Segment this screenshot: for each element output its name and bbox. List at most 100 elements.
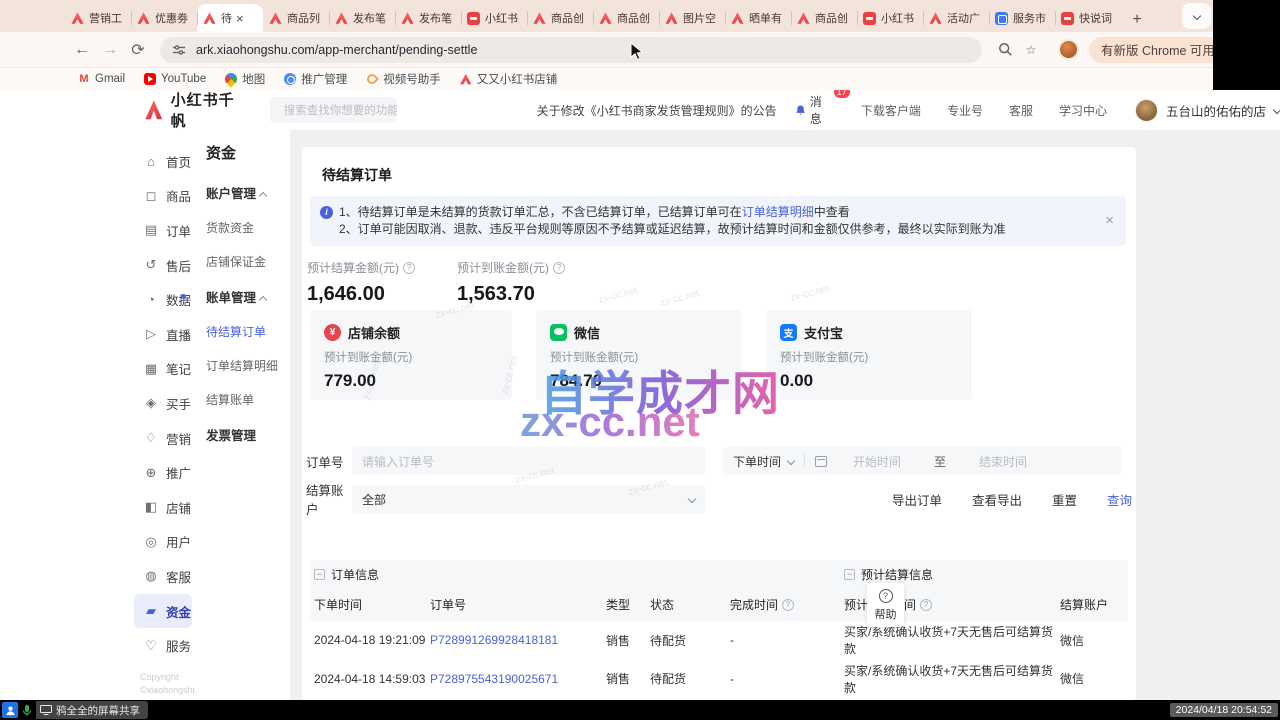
bookmark-item[interactable]: 地图 — [225, 71, 265, 87]
new-tab-button[interactable]: + — [1125, 8, 1149, 32]
help-icon[interactable]: ? — [403, 262, 415, 274]
sidebar-item[interactable]: ▷ 直播 — [130, 317, 196, 352]
sidebar-item[interactable]: ◧ 店铺 — [130, 490, 196, 525]
sidebar-item[interactable]: ◔ 数据 — [130, 282, 196, 317]
reset-button[interactable]: 重置 — [1052, 490, 1077, 509]
collapse-icon[interactable]: − — [844, 569, 855, 580]
tab-search-button[interactable] — [1182, 3, 1211, 29]
share-status-pill[interactable]: 鸦全全的屏幕共享 — [36, 701, 148, 719]
settle-account-select[interactable]: 全部 — [352, 485, 705, 513]
browser-tab[interactable]: 营销工 × — [65, 4, 131, 32]
sidebar-item[interactable]: ▰ 资金 — [134, 594, 192, 629]
browser-tab[interactable]: 快说词 × — [1055, 4, 1121, 32]
chrome-update-label: 有新版 Chrome 可用 — [1101, 40, 1215, 59]
app-search-input[interactable]: 搜索查找你想要的功能 — [270, 97, 397, 123]
close-icon[interactable]: × — [1105, 212, 1114, 229]
export-orders-button[interactable]: 导出订单 — [892, 490, 942, 509]
tab-close-icon[interactable]: × — [236, 12, 244, 25]
sidebar-item[interactable]: ▦ 笔记 — [130, 352, 196, 387]
submenu-group-account[interactable]: 账户管理 — [206, 183, 290, 202]
sidebar-item-label: 营销 — [166, 429, 191, 448]
tab-favicon — [401, 12, 414, 25]
browser-tab[interactable]: 商品列 × — [263, 4, 329, 32]
browser-profile-avatar[interactable] — [1058, 39, 1079, 60]
submenu-item-pending-settle[interactable]: 待结算订单 — [206, 323, 290, 340]
announcement-link[interactable]: 关于修改《小红书商家发货管理规则》的公告 — [537, 102, 777, 119]
help-icon[interactable]: ? — [920, 599, 932, 611]
submenu-group-bills[interactable]: 账单管理 — [206, 287, 290, 306]
sidebar-item[interactable]: ↺ 售后 — [130, 248, 196, 283]
submenu-item-settle-bill[interactable]: 结算账单 — [206, 391, 290, 408]
customer-service-link[interactable]: 客服 — [1009, 102, 1033, 119]
browser-tab[interactable]: 小红书 × — [461, 4, 527, 32]
tab-title: 商品创 — [617, 10, 650, 26]
sidebar-item[interactable]: ♡ 服务 — [130, 628, 196, 663]
collapse-icon[interactable]: − — [314, 569, 325, 580]
cell-order-no-link[interactable]: P728991269928418181 — [430, 633, 606, 647]
orders-table: −订单信息 −预计结算信息 下单时间 订单号 类型 状态 完成时间? 预计结算时… — [310, 560, 1128, 698]
forward-button[interactable]: → — [96, 41, 124, 59]
browser-tab[interactable]: 商品创 × — [593, 4, 659, 32]
tab-favicon — [995, 12, 1008, 25]
bookmark-item[interactable]: 推广管理 — [284, 71, 347, 87]
browser-tab[interactable]: 活动广 × — [923, 4, 989, 32]
browser-tab[interactable]: 优惠劵 × — [131, 4, 197, 32]
browser-tab[interactable]: 图片空 × — [659, 4, 725, 32]
query-button[interactable]: 查询 — [1107, 490, 1132, 509]
submenu-group-invoice[interactable]: 发票管理 — [206, 425, 290, 444]
bookmark-star-icon[interactable]: ☆ — [1018, 43, 1044, 57]
url-text: ark.xiaohongshu.com/app-merchant/pending… — [196, 43, 477, 57]
site-settings-icon[interactable] — [172, 43, 186, 57]
bookmark-item[interactable]: 又又小红书店铺 — [460, 71, 558, 87]
sidebar-item[interactable]: ▤ 订单 — [130, 213, 196, 248]
browser-tab[interactable]: 商品创 × — [527, 4, 593, 32]
professional-account-link[interactable]: 专业号 — [947, 102, 983, 119]
back-button[interactable]: ← — [68, 41, 96, 59]
sidebar-item[interactable]: ⌂ 首页 — [130, 144, 196, 179]
browser-tab[interactable]: 发布笔 × — [395, 4, 461, 32]
date-range-picker[interactable]: 下单时间 开始时间 至 结束时间 — [723, 447, 1122, 475]
help-button[interactable]: ? 帮助 — [867, 583, 904, 627]
submenu-item-loan-funds[interactable]: 货款资金 — [206, 219, 290, 236]
start-date-placeholder[interactable]: 开始时间 — [853, 453, 901, 470]
learning-center-link[interactable]: 学习中心 — [1059, 102, 1107, 119]
settle-detail-link[interactable]: 订单结算明细 — [742, 205, 814, 219]
browser-tab[interactable]: 待 × — [197, 4, 263, 32]
bookmark-item[interactable]: M Gmail — [78, 73, 125, 85]
help-icon[interactable]: ? — [553, 262, 565, 274]
address-bar[interactable]: ark.xiaohongshu.com/app-merchant/pending… — [160, 37, 982, 63]
messages-button[interactable]: 消息 17 — [795, 93, 829, 127]
sidebar-item[interactable]: ⊕ 推广 — [130, 455, 196, 490]
end-date-placeholder[interactable]: 结束时间 — [979, 453, 1027, 470]
sidebar-item[interactable]: ◻ 商品 — [130, 179, 196, 214]
bookmark-item[interactable]: YouTube — [144, 73, 206, 85]
browser-tab[interactable]: 晒单有 × — [725, 4, 791, 32]
help-icon[interactable]: ? — [782, 599, 794, 611]
order-no-label: 订单号 — [306, 452, 352, 471]
submenu-item-deposit[interactable]: 店铺保证金 — [206, 253, 290, 270]
order-no-input[interactable]: 请输入订单号 — [352, 447, 705, 475]
screen: 营销工 × 优惠劵 × 待 × 商品列 × 发布 — [0, 0, 1280, 720]
table-group-header: −订单信息 −预计结算信息 — [310, 560, 1128, 588]
account-menu[interactable]: 五台山的佑佑的店 — [1135, 99, 1280, 122]
reload-button[interactable]: ⟳ — [124, 40, 152, 60]
time-type-select[interactable]: 下单时间 — [733, 453, 781, 470]
submenu-item-settle-detail[interactable]: 订单结算明细 — [206, 357, 290, 374]
sidebar-item[interactable]: ◈ 买手 — [130, 386, 196, 421]
browser-tab[interactable]: 发布笔 × — [329, 4, 395, 32]
cell-status: 待配货 — [650, 670, 730, 687]
cell-order-no-link[interactable]: P728975543190025671 — [430, 672, 606, 686]
browser-tab[interactable]: 小红书 × — [857, 4, 923, 32]
sidebar-item[interactable]: ◍ 客服 — [130, 559, 196, 594]
sidebar-item[interactable]: ◎ 用户 — [130, 525, 196, 560]
view-exports-button[interactable]: 查看导出 — [972, 490, 1022, 509]
bookmark-item[interactable]: 视频号助手 — [366, 71, 441, 87]
search-tabs-icon[interactable] — [992, 42, 1018, 57]
divider — [804, 454, 805, 468]
download-client-link[interactable]: 下载客户端 — [861, 102, 921, 119]
brand[interactable]: 小红书千帆 — [145, 90, 235, 131]
browser-tab[interactable]: 服务市 × — [989, 4, 1055, 32]
sidebar-item[interactable]: ♢ 营销 — [130, 421, 196, 456]
browser-tab[interactable]: 商品创 × — [791, 4, 857, 32]
messages-badge: 17 — [833, 90, 851, 99]
